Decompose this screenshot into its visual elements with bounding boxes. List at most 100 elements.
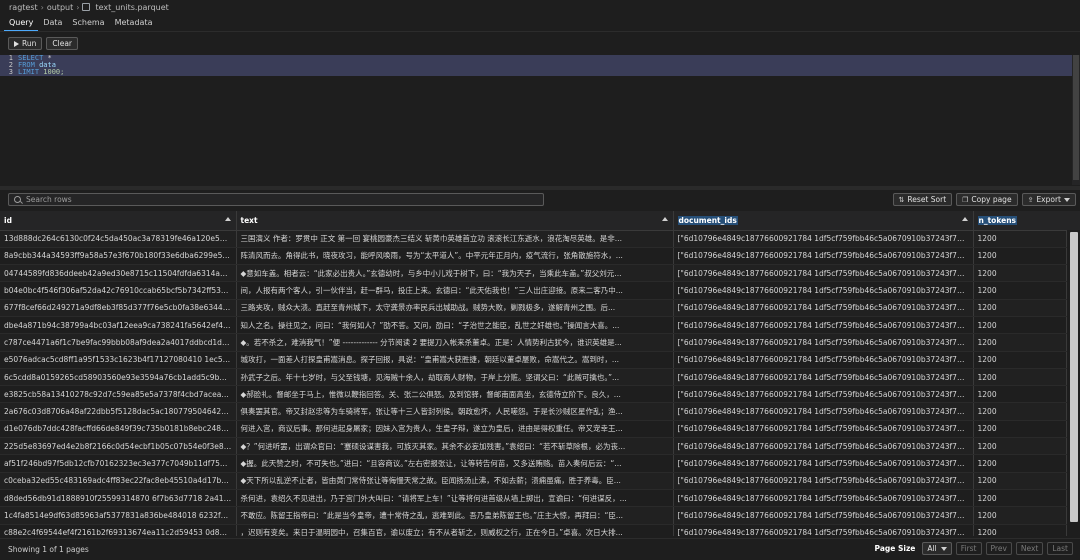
cell-n-tokens[interactable]: 1200: [973, 454, 1067, 473]
tab-data[interactable]: Data: [38, 14, 67, 31]
column-header-id[interactable]: id: [0, 211, 237, 231]
table-row[interactable]: c787ce4471a6f1c7be9fac99bbb08af9dea2a401…: [0, 333, 1067, 352]
tab-schema[interactable]: Schema: [67, 14, 109, 31]
table-row[interactable]: e3825cb58a13410278c92d7c59ea85e5a7378f4c…: [0, 385, 1067, 404]
breadcrumb-item[interactable]: ragtest: [9, 3, 38, 12]
cell-document-ids[interactable]: ["6d10796e4849c18776600921784 1df5cf759f…: [673, 472, 974, 490]
sort-asc-icon[interactable]: [961, 217, 968, 221]
cell-document-ids[interactable]: ["6d10796e4849c18776600921784 1df5cf759f…: [673, 454, 974, 473]
table-row[interactable]: af51f246bd97f5db12cfb70162323ec3e377c704…: [0, 454, 1067, 473]
cell-text[interactable]: 城攻打，一面差人打探皇甫嵩消息。探子回报，具说：“皇甫嵩大获胜捷，朝廷以董卓屡败…: [236, 351, 674, 369]
scrollbar-thumb[interactable]: [1070, 232, 1078, 522]
cell-id[interactable]: 2a676c03d8706a48af22dbb5f5128dac5ac18077…: [0, 402, 237, 421]
table-row[interactable]: 1c4fa8514e9df63d85963af5377831a836be4840…: [0, 506, 1067, 525]
column-header-n-tokens[interactable]: n_tokens: [973, 211, 1067, 231]
cell-document-ids[interactable]: ["6d10796e4849c18776600921784 1df5cf759f…: [673, 437, 974, 456]
cell-n-tokens[interactable]: 1200: [973, 351, 1067, 369]
pane-splitter[interactable]: [0, 186, 1080, 190]
table-row[interactable]: 8a9cbb344a34593ff9a58a57e3f670b180f33e6d…: [0, 247, 1067, 266]
cell-document-ids[interactable]: ["6d10796e4849c18776600921784 1df5cf759f…: [673, 524, 974, 536]
cell-id[interactable]: 225d5e83697ed4e2b8f2166c0d54ecbf1b05c07b…: [0, 437, 237, 456]
cell-id[interactable]: dbe4a871b94c38799a4bc03af12eea9ca738241f…: [0, 316, 237, 335]
table-row[interactable]: d1e076db7ddc428facffd66de849f39c735b0181…: [0, 420, 1067, 439]
cell-text[interactable]: 三路夹攻，贼众大溃。直赶至青州城下，太守龚景亦率民兵出城助战。贼势大败，剿戮极多…: [236, 299, 674, 317]
sort-asc-icon[interactable]: [661, 217, 668, 221]
cell-document-ids[interactable]: ["6d10796e4849c18776600921784 1df5cf759f…: [673, 299, 974, 317]
table-row[interactable]: dbe4a871b94c38799a4bc03af12eea9ca738241f…: [0, 316, 1067, 335]
cell-n-tokens[interactable]: 1200: [973, 437, 1067, 456]
reset-sort-button[interactable]: ⇅ Reset Sort: [892, 193, 953, 206]
table-row[interactable]: 13d888dc264c6130c0f24c5da450ac3a78319fe4…: [0, 230, 1067, 248]
cell-text[interactable]: 阵清风而去。角得此书，晓夜攻习，能呼风唤雨，号为“太平道人”。中平元年正月内，疫…: [236, 247, 674, 266]
cell-n-tokens[interactable]: 1200: [973, 281, 1067, 300]
cell-text[interactable]: 三国演义 作者：罗贯中 正文 第一回 宴桃园豪杰三结义 斩黄巾英雄首立功 滚滚长…: [236, 230, 674, 248]
table-row[interactable]: 6c5cdd8a0159265cd58903560e93e3594a76cb1a…: [0, 368, 1067, 387]
cell-id[interactable]: 13d888dc264c6130c0f24c5da450ac3a78319fe4…: [0, 230, 237, 248]
cell-document-ids[interactable]: ["6d10796e4849c18776600921784 1df5cf759f…: [673, 230, 974, 248]
table-row[interactable]: e5076adcac5cd8ff1a95f1533c1623b4f1712708…: [0, 351, 1067, 369]
search-input[interactable]: Search rows: [8, 193, 544, 206]
tab-query[interactable]: Query: [4, 14, 39, 31]
cell-id[interactable]: 1c4fa8514e9df63d85963af5377831a836be4840…: [0, 506, 237, 525]
sort-asc-icon[interactable]: [224, 217, 231, 221]
table-row[interactable]: 225d5e83697ed4e2b8f2166c0d54ecbf1b05c07b…: [0, 437, 1067, 456]
cell-document-ids[interactable]: ["6d10796e4849c18776600921784 1df5cf759f…: [673, 402, 974, 421]
cell-id[interactable]: b04e0bc4f546f306af52da42c76910ccab65bcf5…: [0, 281, 237, 300]
cell-id[interactable]: c0ceba32ed55c483169adc4ff83ec22fac8eb455…: [0, 472, 237, 490]
cell-text[interactable]: ，迟则有变矣。来日于温明园中，召集百官，谕以废立；有不从者斩之，则威权之行，正在…: [236, 524, 674, 536]
cell-document-ids[interactable]: ["6d10796e4849c18776600921784 1df5cf759f…: [673, 420, 974, 439]
breadcrumb-item[interactable]: output: [47, 3, 73, 12]
prev-page-button[interactable]: Prev: [985, 542, 1012, 555]
cell-document-ids[interactable]: ["6d10796e4849c18776600921784 1df5cf759f…: [673, 316, 974, 335]
cell-document-ids[interactable]: ["6d10796e4849c18776600921784 1df5cf759f…: [673, 281, 974, 300]
column-header-text[interactable]: text: [236, 211, 674, 231]
last-page-button[interactable]: Last: [1047, 542, 1073, 555]
cell-n-tokens[interactable]: 1200: [973, 420, 1067, 439]
cell-text[interactable]: ◆握。此天赞之时，不可失也。”进曰：“且容商议。”左右密报张让，让等转告何苗，又…: [236, 454, 674, 473]
grid-scrollbar[interactable]: [1068, 230, 1080, 536]
column-header-document-ids[interactable]: document_ids: [673, 211, 974, 231]
cell-n-tokens[interactable]: 1200: [973, 472, 1067, 490]
cell-document-ids[interactable]: ["6d10796e4849c18776600921784 1df5cf759f…: [673, 506, 974, 525]
copy-page-button[interactable]: ❐ Copy page: [956, 193, 1018, 206]
breadcrumb-item[interactable]: text_units.parquet: [95, 3, 168, 12]
table-row[interactable]: d8ded56db91d1888910f25599314870 6f7b63d7…: [0, 489, 1067, 508]
table-row[interactable]: 2a676c03d8706a48af22dbb5f5128dac5ac18077…: [0, 402, 1067, 421]
cell-id[interactable]: af51f246bd97f5db12cfb70162323ec3e377c704…: [0, 454, 237, 473]
cell-text[interactable]: 杀何进，袁绍久不见进出，乃于宫门外大叫曰：“请将军上车！”让等将何进首级从墙上掷…: [236, 489, 674, 508]
clear-button[interactable]: Clear: [46, 37, 79, 50]
scrollbar-thumb[interactable]: [1073, 55, 1079, 180]
cell-id[interactable]: c787ce4471a6f1c7be9fac99bbb08af9dea2a401…: [0, 333, 237, 352]
cell-n-tokens[interactable]: 1200: [973, 264, 1067, 283]
cell-id[interactable]: d1e076db7ddc428facffd66de849f39c735b0181…: [0, 420, 237, 439]
table-row[interactable]: b04e0bc4f546f306af52da42c76910ccab65bcf5…: [0, 281, 1067, 300]
cell-document-ids[interactable]: ["6d10796e4849c18776600921784 1df5cf759f…: [673, 333, 974, 352]
cell-id[interactable]: 677f8cef66d249271a9df8eb3f85d377f76e5cb0…: [0, 299, 237, 317]
cell-n-tokens[interactable]: 1200: [973, 524, 1067, 536]
cell-n-tokens[interactable]: 1200: [973, 247, 1067, 266]
cell-id[interactable]: c88e2c4f69544ef4f2161b2f69313674ea11c2d5…: [0, 524, 237, 536]
cell-document-ids[interactable]: ["6d10796e4849c18776600921784 1df5cf759f…: [673, 351, 974, 369]
cell-n-tokens[interactable]: 1200: [973, 402, 1067, 421]
cell-document-ids[interactable]: ["6d10796e4849c18776600921784 1df5cf759f…: [673, 385, 974, 404]
cell-text[interactable]: ◆意如车盖。相者云：“此家必出贵人。”玄德幼时，与乡中小儿戏于树下，曰：“我为天…: [236, 264, 674, 283]
cell-text[interactable]: 俱奏罢其官。帝又封赵忠等为车骑将军，张让等十三人皆封列侯。朝政愈坏，人民嗟怨。于…: [236, 402, 674, 421]
cell-n-tokens[interactable]: 1200: [973, 316, 1067, 335]
cell-n-tokens[interactable]: 1200: [973, 333, 1067, 352]
next-page-button[interactable]: Next: [1015, 542, 1044, 555]
cell-text[interactable]: ◆？”何进听罢，出谓众官曰：“蹇硕设谋害我，可族灭其家。其余不必妄加残害。”袁绍…: [236, 437, 674, 456]
cell-n-tokens[interactable]: 1200: [973, 230, 1067, 248]
cell-n-tokens[interactable]: 1200: [973, 299, 1067, 317]
cell-document-ids[interactable]: ["6d10796e4849c18776600921784 1df5cf759f…: [673, 489, 974, 508]
cell-id[interactable]: e5076adcac5cd8ff1a95f1533c1623b4f1712708…: [0, 351, 237, 369]
cell-id[interactable]: d8ded56db91d1888910f25599314870 6f7b63d7…: [0, 489, 237, 508]
cell-text[interactable]: 不敢应。陈留王指帝曰：“此是当今皇帝，遭十常侍之乱，逃难到此。吾乃皇弟陈留王也。…: [236, 506, 674, 525]
cell-text[interactable]: 间，人报有两个客人，引一伙伴当，赶一群马，投庄上来。玄德曰：“此天佑我也！”三人…: [236, 281, 674, 300]
table-row[interactable]: 04744589fd836ddeeb42a9ed30e8715c11504fdf…: [0, 264, 1067, 283]
table-row[interactable]: c0ceba32ed55c483169adc4ff83ec22fac8eb455…: [0, 472, 1067, 490]
table-row[interactable]: c88e2c4f69544ef4f2161b2f69313674ea11c2d5…: [0, 524, 1067, 536]
cell-n-tokens[interactable]: 1200: [973, 506, 1067, 525]
cell-document-ids[interactable]: ["6d10796e4849c18776600921784 1df5cf759f…: [673, 247, 974, 266]
first-page-button[interactable]: First: [955, 542, 982, 555]
cell-n-tokens[interactable]: 1200: [973, 368, 1067, 387]
